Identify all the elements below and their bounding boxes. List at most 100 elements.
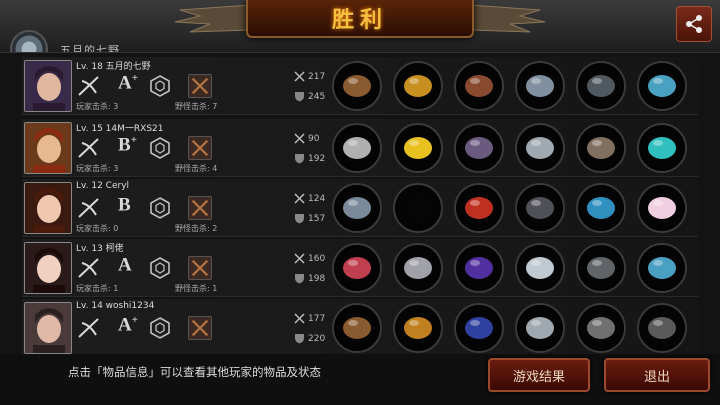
equipment-slot[interactable] [393, 243, 443, 293]
player-level-name: Lv. 14 woshi1234 [76, 301, 155, 311]
avatar[interactable] [24, 60, 72, 112]
left-wing-ornament-icon [174, 4, 250, 33]
crossbow-item-icon [343, 75, 371, 97]
equipment-slot[interactable] [393, 183, 443, 233]
grade-badge: A [118, 254, 132, 276]
equipment-slot[interactable] [393, 303, 443, 353]
disc-item-icon [526, 317, 554, 339]
grade-plus: + [131, 72, 139, 84]
monster-icon [188, 256, 212, 280]
blue-boots-item-icon [587, 197, 615, 219]
exit-button[interactable]: 退出 [604, 358, 710, 392]
defense-value: 198 [308, 273, 326, 284]
pearl-item-icon [648, 197, 676, 219]
attack-value: 177 [308, 313, 326, 324]
equipment-slot[interactable] [515, 61, 565, 111]
shield-icon [295, 92, 304, 102]
crossed-swords-icon [294, 193, 305, 204]
player-row[interactable]: Lv. 13 柯佬 A 玩家击杀: 1 野怪击杀: 1 160 198 [22, 239, 698, 297]
player-row[interactable]: Lv. 15 14M一RXS21 B+ 玩家击杀: 3 野怪击杀: 4 90 1… [22, 119, 698, 177]
daggers-item-icon [343, 137, 371, 159]
equipment-slot[interactable] [515, 243, 565, 293]
grade-letter: A [118, 72, 132, 94]
equipment-slot[interactable] [454, 303, 504, 353]
equipment-slot[interactable] [637, 123, 687, 173]
equipment-slot[interactable] [454, 123, 504, 173]
equipment-slot[interactable] [576, 61, 626, 111]
monster-kills: 野怪击杀: 1 [175, 284, 218, 293]
shield-icon [295, 154, 304, 164]
equipment-slot[interactable] [454, 243, 504, 293]
equipment-slot[interactable] [515, 303, 565, 353]
equipment-slot[interactable] [454, 183, 504, 233]
crossed-swords-icon [294, 313, 305, 324]
crossbow-icon [78, 318, 99, 338]
equipment-slot[interactable] [393, 61, 443, 111]
player-kills: 玩家击杀: 1 [76, 284, 119, 293]
gauntlet-item-icon [465, 75, 493, 97]
equipment-slot[interactable] [332, 183, 382, 233]
grade-badge: A+ [118, 72, 138, 94]
equipment-slot[interactable] [515, 183, 565, 233]
game-result-button[interactable]: 游戏结果 [488, 358, 590, 392]
player-level-name: Lv. 15 14M一RXS21 [76, 124, 164, 134]
equipment-slot[interactable] [332, 61, 382, 111]
attack-value: 124 [308, 193, 326, 204]
avatar[interactable] [24, 302, 72, 354]
equipment-slot[interactable] [637, 61, 687, 111]
grade-badge: B [118, 194, 131, 216]
attack-stat: 90 [294, 133, 319, 144]
daggers-icon [78, 138, 99, 158]
claw-item-icon [587, 317, 615, 339]
equipment-slot[interactable] [332, 303, 382, 353]
attack-value: 160 [308, 253, 326, 264]
defense-stat: 198 [294, 273, 325, 284]
equipment-slots [332, 243, 687, 293]
share-button[interactable] [676, 6, 712, 42]
disc-item-icon [526, 137, 554, 159]
player-list[interactable]: Lv. 18 五月的七野 A+ 玩家击杀: 3 野怪击杀: 7 217 245 … [0, 52, 720, 354]
hardhat-item-icon [404, 137, 432, 159]
avatar[interactable] [24, 242, 72, 294]
equipment-slot[interactable] [454, 61, 504, 111]
equipment-slots [332, 183, 687, 233]
boots-item-icon [587, 75, 615, 97]
equipment-slot[interactable] [576, 243, 626, 293]
shield-icon [295, 334, 304, 344]
knight-helmet-item-icon [404, 257, 432, 279]
equipment-slot[interactable] [576, 183, 626, 233]
equipment-slot[interactable] [576, 123, 626, 173]
shield-icon [295, 214, 304, 224]
right-wing-ornament-icon [470, 4, 546, 33]
monster-kills: 野怪击杀: 4 [175, 164, 218, 173]
attack-stat: 160 [294, 253, 325, 264]
player-row[interactable]: Lv. 18 五月的七野 A+ 玩家击杀: 3 野怪击杀: 7 217 245 [22, 57, 698, 115]
equipment-slots [332, 303, 687, 353]
equipment-slot[interactable] [332, 243, 382, 293]
rank-hexagon-icon [150, 197, 170, 219]
equipment-slot[interactable] [393, 123, 443, 173]
sword-icon [78, 258, 99, 278]
equipment-slot[interactable] [637, 183, 687, 233]
avatar[interactable] [24, 122, 72, 174]
player-row[interactable]: Lv. 12 Ceryl B 玩家击杀: 0 野怪击杀: 2 124 157 [22, 179, 698, 237]
shoes-item-icon [587, 137, 615, 159]
equipment-slot[interactable] [515, 123, 565, 173]
player-level-name: Lv. 12 Ceryl [76, 181, 130, 191]
equipment-slot[interactable] [576, 303, 626, 353]
player-kills: 玩家击杀: 3 [76, 102, 119, 111]
monster-icon [188, 196, 212, 220]
defense-value: 157 [308, 213, 326, 224]
amulet-item-icon [648, 257, 676, 279]
equipment-slot[interactable] [332, 123, 382, 173]
equipment-slot[interactable] [637, 243, 687, 293]
player-row[interactable]: Lv. 14 woshi1234 A+ 177 220 [22, 299, 698, 354]
equipment-slot[interactable] [637, 303, 687, 353]
blade-item-icon [343, 257, 371, 279]
equipment-slots [332, 123, 687, 173]
hint-text: 点击「物品信息」可以查看其他玩家的物品及状态 [68, 365, 321, 379]
defense-value: 220 [308, 333, 326, 344]
amulet-item-icon [648, 75, 676, 97]
avatar[interactable] [24, 182, 72, 234]
eye-gem-item-icon [648, 137, 676, 159]
